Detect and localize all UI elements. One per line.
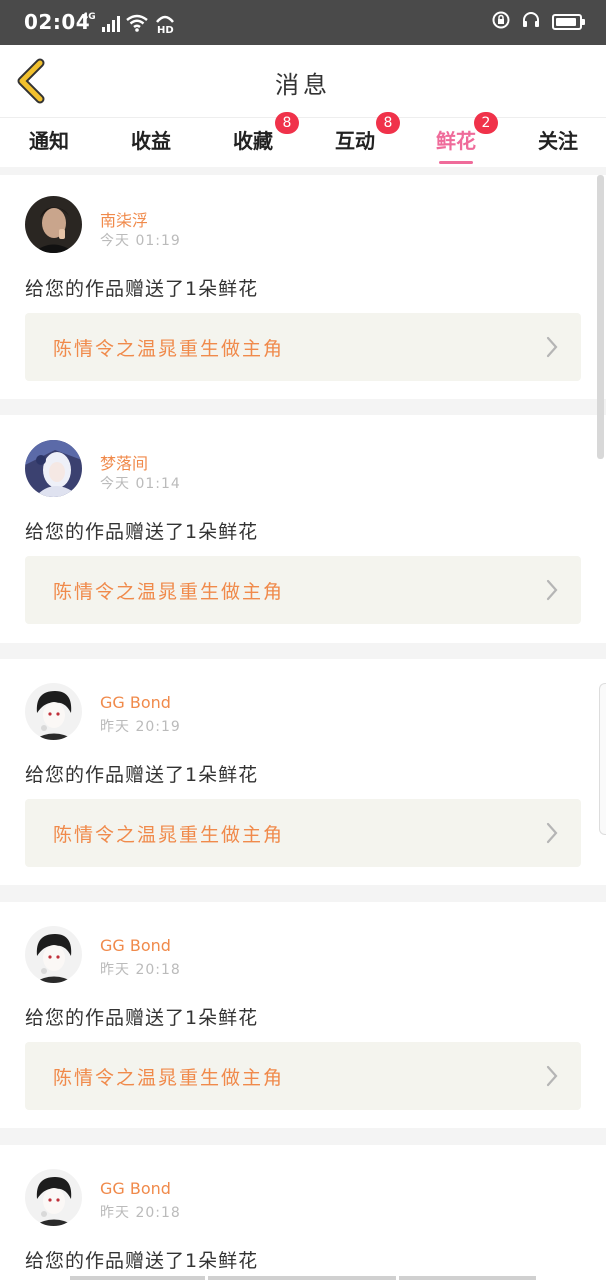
- dark-portrait-avatar-icon: [25, 196, 82, 253]
- chevron-right-icon: [546, 336, 558, 358]
- status-time: 02:04: [24, 10, 91, 34]
- message-text: 给您的作品赠送了1朵鲜花: [25, 1007, 259, 1029]
- headset-icon: [522, 11, 540, 33]
- avatar[interactable]: [25, 926, 82, 983]
- message-text: 给您的作品赠送了1朵鲜花: [25, 764, 259, 786]
- work-link[interactable]: 陈情令之温晁重生做主角: [25, 556, 581, 624]
- status-icons-right: [492, 11, 585, 33]
- tab-label: 通知: [29, 129, 69, 153]
- sender-name[interactable]: 梦落间: [100, 450, 148, 474]
- message-time: 今天 01:14: [100, 476, 181, 492]
- navigation-bar: 消息: [0, 45, 606, 117]
- wifi-icon: [125, 14, 148, 32]
- status-bar: 02:04 4G HD: [0, 0, 606, 45]
- rotation-lock-icon: [492, 11, 510, 33]
- chevron-right-icon: [546, 1065, 558, 1087]
- nav-gesture-bar: [399, 1276, 536, 1280]
- sender-name[interactable]: 南柒浮: [100, 207, 148, 231]
- work-title: 陈情令之温晁重生做主角: [53, 338, 285, 360]
- unread-badge: 8: [275, 112, 299, 134]
- flower-message-card: GG Bond 昨天 20:18 给您的作品赠送了1朵鲜花 陈情令之温晁重生做主…: [0, 902, 606, 1128]
- avatar[interactable]: [25, 683, 82, 740]
- flower-message-card: 南柒浮 今天 01:19 给您的作品赠送了1朵鲜花 陈情令之温晁重生做主角: [0, 175, 606, 399]
- tab-label: 收益: [131, 129, 171, 153]
- work-link[interactable]: 陈情令之温晁重生做主角: [25, 313, 581, 381]
- flower-message-list[interactable]: 南柒浮 今天 01:19 给您的作品赠送了1朵鲜花 陈情令之温晁重生做主角 梦落…: [0, 167, 606, 1280]
- work-title: 陈情令之温晁重生做主角: [53, 824, 285, 846]
- anime-boy-avatar-icon: [25, 1169, 82, 1226]
- side-edge-handle[interactable]: [599, 683, 606, 835]
- tab-label: 关注: [538, 129, 578, 153]
- chevron-right-icon: [546, 822, 558, 844]
- tab-flowers[interactable]: 鲜花 2: [416, 112, 498, 166]
- page-title: 消息: [275, 71, 331, 99]
- tab-earnings[interactable]: 收益: [111, 126, 191, 166]
- message-time: 昨天 20:18: [100, 962, 181, 978]
- category-tabs: 通知 收益 收藏 8 互动 8 鲜花 2 关注: [0, 112, 606, 168]
- message-time: 昨天 20:19: [100, 719, 181, 735]
- anime-boy-avatar-icon: [25, 926, 82, 983]
- work-title: 陈情令之温晁重生做主角: [53, 1067, 285, 1089]
- battery-icon: [552, 14, 585, 30]
- tab-interactions[interactable]: 互动 8: [315, 112, 400, 166]
- svg-text:HD: HD: [157, 25, 174, 34]
- tab-follows[interactable]: 关注: [518, 126, 598, 166]
- avatar[interactable]: [25, 196, 82, 253]
- flower-message-card: GG Bond 昨天 20:19 给您的作品赠送了1朵鲜花 陈情令之温晁重生做主…: [0, 659, 606, 885]
- active-tab-indicator: [439, 161, 473, 164]
- tab-label: 收藏: [233, 129, 273, 153]
- work-link[interactable]: 陈情令之温晁重生做主角: [25, 1042, 581, 1110]
- scrollbar[interactable]: [597, 175, 604, 459]
- work-title: 陈情令之温晁重生做主角: [53, 581, 285, 603]
- unread-badge: 2: [474, 112, 498, 134]
- signal-icon: [101, 16, 120, 32]
- tab-favorites[interactable]: 收藏 8: [213, 112, 299, 166]
- message-time: 昨天 20:18: [100, 1205, 181, 1221]
- flower-message-card: 梦落间 今天 01:14 给您的作品赠送了1朵鲜花 陈情令之温晁重生做主角: [0, 415, 606, 643]
- tab-label: 鲜花: [436, 129, 476, 153]
- anime-boy-avatar-icon: [25, 683, 82, 740]
- tab-notifications[interactable]: 通知: [9, 126, 89, 166]
- flower-message-card: GG Bond 昨天 20:18 给您的作品赠送了1朵鲜花: [0, 1145, 606, 1280]
- message-text: 给您的作品赠送了1朵鲜花: [25, 1250, 259, 1272]
- hd-call-icon: HD: [154, 14, 176, 34]
- chevron-right-icon: [546, 579, 558, 601]
- unread-badge: 8: [376, 112, 400, 134]
- network-type: 4G: [82, 12, 96, 22]
- avatar[interactable]: [25, 440, 82, 497]
- message-time: 今天 01:19: [100, 233, 181, 249]
- avatar[interactable]: [25, 1169, 82, 1226]
- sender-name[interactable]: GG Bond: [100, 1179, 171, 1198]
- nav-gesture-bar: [208, 1276, 396, 1280]
- status-icons-left: 4G HD: [82, 12, 176, 34]
- message-text: 给您的作品赠送了1朵鲜花: [25, 278, 259, 300]
- message-text: 给您的作品赠送了1朵鲜花: [25, 521, 259, 543]
- tab-label: 互动: [335, 129, 375, 153]
- anime-girl-avatar-icon: [25, 440, 82, 497]
- nav-gesture-bar: [70, 1276, 205, 1280]
- sender-name[interactable]: GG Bond: [100, 936, 171, 955]
- work-link[interactable]: 陈情令之温晁重生做主角: [25, 799, 581, 867]
- sender-name[interactable]: GG Bond: [100, 693, 171, 712]
